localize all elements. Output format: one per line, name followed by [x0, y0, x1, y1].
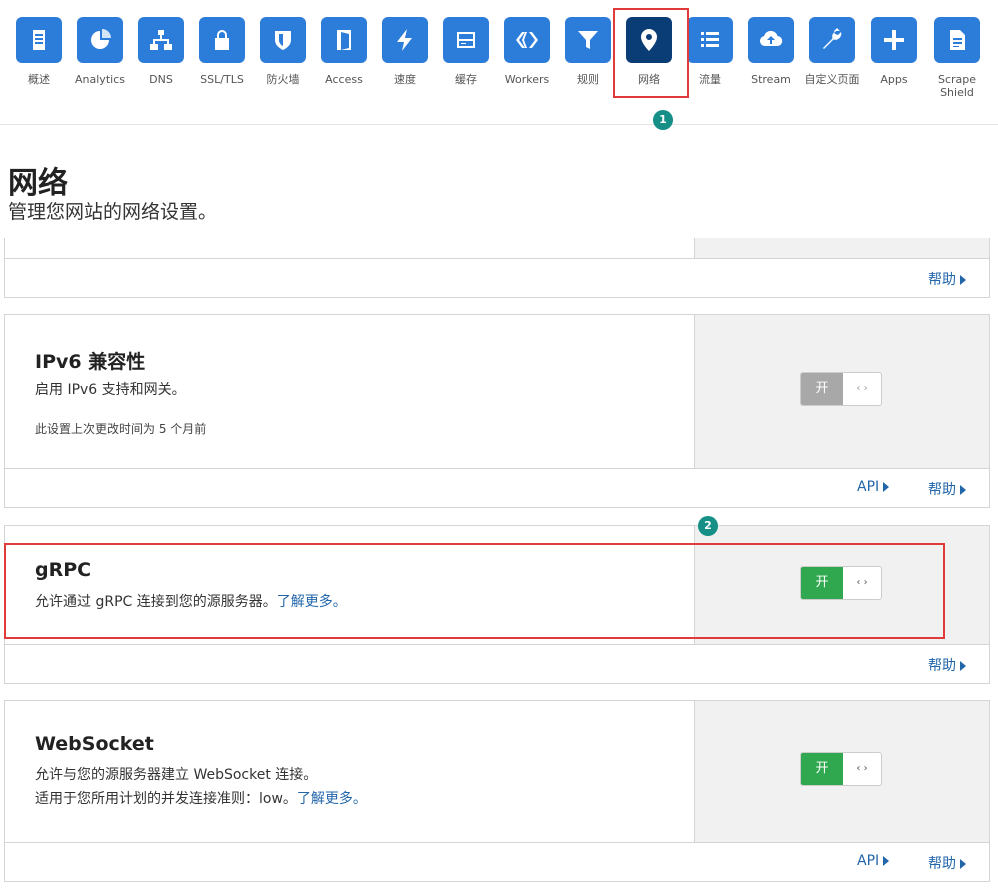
nav-label: DNS	[149, 73, 173, 86]
nav-item-workers[interactable]: Workers	[499, 17, 555, 87]
lightning-icon	[382, 17, 428, 63]
nav-item-apps[interactable]: Apps	[866, 17, 922, 87]
toggle-on-label: 开	[801, 753, 843, 785]
nav-label: Stream	[751, 73, 791, 86]
ipv6-card: 开 ‹ › IPv6 兼容性 启用 IPv6 支持和网关。 此设置上次更改时间为…	[4, 314, 990, 508]
nav-label: 自定义页面	[804, 73, 860, 86]
nav-item-scrape-shield[interactable]: Scrape Shield	[929, 17, 985, 99]
annotation-badge-2: 2	[698, 516, 718, 536]
card-description: 允许与您的源服务器建立 WebSocket 连接。	[35, 767, 318, 783]
websocket-toggle[interactable]: 开 ‹ ›	[800, 752, 882, 786]
help-link[interactable]: 帮助	[928, 269, 966, 289]
nav-item-overview[interactable]: 概述	[11, 17, 67, 87]
caret-right-icon	[960, 859, 966, 869]
shield-icon	[260, 17, 306, 63]
card-side-panel	[694, 238, 989, 258]
pie-chart-icon	[77, 17, 123, 63]
nav-item-rules[interactable]: 规则	[560, 17, 616, 87]
network-icon	[138, 17, 184, 63]
nav-item-firewall[interactable]: 防火墙	[255, 17, 311, 87]
nav-label: 速度	[394, 73, 416, 86]
caret-right-icon	[960, 485, 966, 495]
card-description: 适用于您所用计划的并发连接准则：low。了解更多。	[35, 791, 367, 807]
plus-icon	[871, 17, 917, 63]
workers-icon	[504, 17, 550, 63]
toggle-on-label: 开	[801, 373, 843, 405]
nav-item-speed[interactable]: 速度	[377, 17, 433, 87]
nav-label: 防火墙	[266, 73, 300, 86]
card-side-panel: 开 ‹ ›	[694, 701, 989, 843]
card-title: WebSocket	[35, 733, 154, 755]
card-description: 启用 IPv6 支持和网关。	[35, 382, 186, 398]
card-footer: 帮助	[5, 258, 989, 297]
annotation-badge-1: 1	[653, 110, 673, 130]
nav-item-ssl[interactable]: SSL/TLS	[194, 17, 250, 87]
caret-right-icon	[960, 661, 966, 671]
nav-label: 概述	[28, 73, 50, 86]
settings-card-partial: 帮助	[4, 238, 990, 298]
document-icon	[16, 17, 62, 63]
nav-label: Apps	[880, 73, 908, 86]
cloud-upload-icon	[748, 17, 794, 63]
card-footer: 帮助	[5, 644, 989, 683]
nav-label: 缓存	[455, 73, 477, 86]
card-title: IPv6 兼容性	[35, 351, 146, 373]
card-footer: API 帮助	[5, 468, 989, 507]
help-link[interactable]: 帮助	[928, 479, 966, 499]
top-nav: 概述 Analytics DNS SSL/TLS 防火墙 Access 速度 缓…	[0, 0, 998, 125]
nav-label: SSL/TLS	[200, 73, 244, 86]
card-last-changed: 此设置上次更改时间为 5 个月前	[35, 422, 207, 436]
nav-item-analytics[interactable]: Analytics	[72, 17, 128, 87]
learn-more-link[interactable]: 了解更多。	[297, 791, 367, 807]
lock-icon	[199, 17, 245, 63]
nav-item-traffic[interactable]: 流量	[682, 17, 738, 87]
ipv6-toggle[interactable]: 开 ‹ ›	[800, 372, 882, 406]
nav-item-dns[interactable]: DNS	[133, 17, 189, 87]
filter-icon	[565, 17, 611, 63]
page-subtitle: 管理您网站的网络设置。	[8, 201, 218, 223]
nav-label: Analytics	[75, 73, 125, 86]
page-title: 网络	[8, 166, 68, 201]
toggle-handle-icon: ‹ ›	[856, 763, 868, 774]
nav-label: Access	[325, 73, 363, 86]
nav-label: 规则	[577, 73, 599, 86]
list-icon	[687, 17, 733, 63]
active-tab-highlight	[613, 8, 689, 98]
card-side-panel: 开 ‹ ›	[694, 315, 989, 469]
nav-label: 流量	[699, 73, 721, 86]
door-icon	[321, 17, 367, 63]
websocket-card: 开 ‹ › WebSocket 允许与您的源服务器建立 WebSocket 连接…	[4, 700, 990, 882]
file-icon	[934, 17, 980, 63]
api-link[interactable]: API	[857, 479, 890, 495]
nav-item-access[interactable]: Access	[316, 17, 372, 87]
grpc-highlight	[4, 543, 945, 639]
caret-right-icon	[883, 482, 890, 492]
nav-label: Scrape Shield	[937, 73, 977, 99]
toggle-handle-icon: ‹ ›	[856, 383, 868, 394]
help-link[interactable]: 帮助	[928, 655, 966, 675]
nav-label: Workers	[504, 73, 550, 86]
wrench-icon	[809, 17, 855, 63]
caret-right-icon	[960, 275, 966, 285]
caret-right-icon	[883, 856, 890, 866]
nav-item-cache[interactable]: 缓存	[438, 17, 494, 87]
nav-item-custom-pages[interactable]: 自定义页面	[804, 17, 860, 87]
nav-item-stream[interactable]: Stream	[743, 17, 799, 87]
card-footer: API 帮助	[5, 842, 989, 881]
api-link[interactable]: API	[857, 853, 890, 869]
server-icon	[443, 17, 489, 63]
help-link[interactable]: 帮助	[928, 853, 966, 873]
